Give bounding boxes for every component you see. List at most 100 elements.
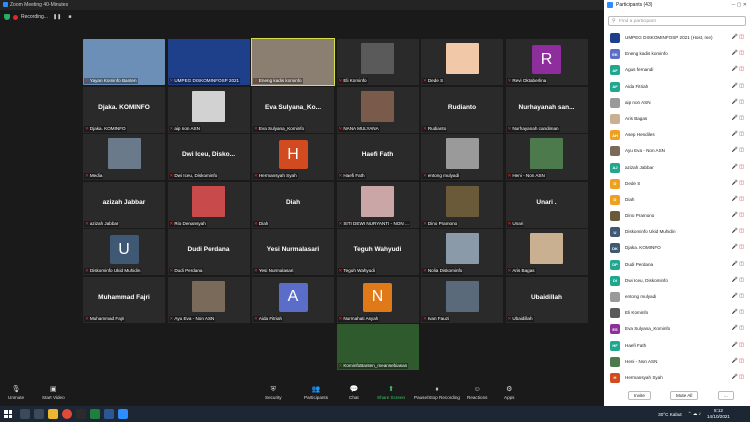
video-tile[interactable]: ✕Nolia Diskominfo <box>421 229 503 275</box>
security-button[interactable]: ⛨ Security <box>265 386 282 400</box>
shield-icon[interactable] <box>4 14 10 20</box>
video-tile[interactable]: A ✕Aida Fitriah <box>252 276 334 323</box>
invite-button[interactable]: Invite <box>628 391 651 400</box>
video-tile[interactable]: ✕NANA MULYANA <box>336 86 419 133</box>
video-tile[interactable]: Diah ✕Diah <box>252 181 334 228</box>
participant-row[interactable]: AH Asep Hendiles 🎤 ◫ <box>604 127 750 143</box>
participant-row[interactable]: D Diah 🎤 ◫ <box>604 192 750 208</box>
participant-row[interactable]: Dino Pramono 🎤 ◫ <box>604 208 750 224</box>
video-tile[interactable]: ✕Media <box>83 134 165 180</box>
video-tile[interactable]: R ✕Revi Oktaberlina <box>505 39 588 85</box>
participant-row[interactable]: AF Aida Fitriah 🎤 ◫ <box>604 79 750 95</box>
video-tile[interactable]: ✕Ivan Fauzi <box>421 276 503 323</box>
video-tile[interactable]: ✕Ayu Eva - Non ASN <box>167 276 250 323</box>
participant-row[interactable]: Eli Kominfo 🎤 ◫ <box>604 305 750 321</box>
video-tile[interactable]: azizah Jabbar ✕azizah Jabbar <box>83 181 165 228</box>
participant-video <box>361 43 394 74</box>
windows-start-icon[interactable] <box>4 410 12 418</box>
participant-row[interactable]: AF Agus fernandi 🎤 ◫ <box>604 62 750 78</box>
video-tile[interactable]: ✕KominfoBanten_meansebiasan <box>336 324 419 370</box>
avatar: AF <box>610 81 620 92</box>
participant-name: Djaka. KOMINFO <box>625 245 661 251</box>
video-tile[interactable]: Ubaidillah ✕Ubaidillah <box>505 276 588 323</box>
search-taskbar-icon[interactable] <box>20 409 30 419</box>
participant-row[interactable]: D Dede S 🎤 ◫ <box>604 176 750 192</box>
stop-icon[interactable]: ■ <box>66 14 73 20</box>
video-tile[interactable]: Djaka. KOMINFO ✕Djaka. KOMINFO <box>83 86 165 133</box>
file-explorer-icon[interactable] <box>48 409 58 419</box>
video-tile[interactable]: Muhammad Fajri ✕Muhammad Fajri <box>83 276 165 323</box>
reactions-button[interactable]: ☺ Reactions <box>467 386 487 400</box>
task-view-icon[interactable] <box>34 409 44 419</box>
participant-row[interactable]: DI Dwi Iceu, Diskominfo 🎤 ◫ <box>604 273 750 289</box>
window-controls[interactable]: ─ ▢ ✕ <box>732 0 747 10</box>
excel-icon[interactable] <box>90 409 100 419</box>
video-tile[interactable]: ✕Eneng kadis kominfo <box>251 38 335 86</box>
tile-display-name: Dudi Perdana <box>187 246 230 253</box>
tile-name-label: ✕Rudianto <box>422 125 448 132</box>
video-tile[interactable]: Haefi Fath ✕Haefi Fath <box>336 134 419 180</box>
unmute-button[interactable]: 🎙 Unmute <box>8 386 24 400</box>
video-tile[interactable]: Yesi Nurmalasari ✕Yesi Nurmalasari <box>252 229 334 275</box>
tray-icons[interactable]: ⌃ ☁ ♪ <box>688 411 701 417</box>
participant-row[interactable]: AJ azizah Jabbar 🎤 ◫ <box>604 160 750 176</box>
participant-row[interactable]: U Diskominfo Ukid Muhidin 🎤 ◫ <box>604 224 750 240</box>
tile-name-text: aip non ASN <box>174 125 200 131</box>
clock[interactable]: 8:12 14/10/2021 <box>707 408 730 420</box>
video-tile[interactable]: U ✕Diskominfo Ukid Muhidin <box>83 229 165 275</box>
avatar <box>610 356 620 367</box>
video-tile[interactable]: H ✕Hermansyah Syah <box>252 134 334 180</box>
video-tile[interactable]: Unari . ✕Unari <box>505 181 588 228</box>
video-tile[interactable]: Dwi Iceu, Disko... ✕Dwi Iceu, Diskominfo <box>167 134 250 180</box>
video-tile[interactable]: Nurhayanah san... ✕Nurhayanah candiman <box>505 86 588 133</box>
participant-row[interactable]: DP Dudi Perdana 🎤 ◫ <box>604 257 750 273</box>
chat-button[interactable]: 💬 Chat <box>349 386 359 400</box>
video-tile[interactable]: ✕entong mulyadi <box>421 134 503 180</box>
panel-footer: Invite Mute All ... <box>604 389 750 403</box>
video-tile[interactable]: ✕Aris Bagas <box>505 229 588 275</box>
participant-row[interactable]: Ayu Eva - Non ASN 🎤 ◫ <box>604 143 750 159</box>
word-icon[interactable] <box>104 409 114 419</box>
share-screen-button[interactable]: ⬆ Share Screen <box>377 386 405 400</box>
mic-muted-icon: ✕ <box>254 315 258 321</box>
video-tile[interactable]: ✕Yayan Kominfo Banten <box>83 39 165 85</box>
participant-row[interactable]: aip non ASN 🎤 ◫ <box>604 95 750 111</box>
video-tile[interactable]: Dudi Perdana ✕Dudi Perdana <box>167 229 250 275</box>
video-tile[interactable]: ✕UMPEG DISKOMINFOSP 2021 <box>167 39 250 85</box>
participants-button[interactable]: 👥 Participants <box>304 386 328 400</box>
video-tile[interactable]: ✕Eli Kominfo <box>336 39 419 85</box>
mute-all-button[interactable]: Mute All <box>670 391 699 400</box>
weather-status[interactable]: 30°C Kabut <box>658 412 682 417</box>
apps-button[interactable]: ⚙ Apps <box>504 386 514 400</box>
video-tile[interactable]: ✕SITI DEWI NURYANTI - NON ... <box>336 181 419 228</box>
chrome-icon[interactable] <box>62 409 72 419</box>
more-button[interactable]: ... <box>718 391 734 400</box>
video-tile[interactable]: ✕Rio Denansyah <box>167 181 250 228</box>
video-tile[interactable]: Eva Sulyana_Ko... ✕Eva Sulyana_Kominfo <box>252 86 334 133</box>
zoom-taskbar-icon[interactable] <box>118 409 128 419</box>
app-icon[interactable] <box>76 409 86 419</box>
video-tile[interactable]: ✕Dede S <box>421 39 503 85</box>
tile-name-text: SITI DEWI NURYANTI - NON ... <box>343 220 409 226</box>
video-tile[interactable]: ✕aip non ASN <box>167 86 250 133</box>
pause-stop-recording-button[interactable]: ⏸ Pause/Stop Recording <box>414 386 460 400</box>
participant-row[interactable]: HF Haefi Fath 🎤 ◫ <box>604 338 750 354</box>
participant-row[interactable]: UMPEG DISKOMINFOSP 2021 (Host, me) 🎤 ◫ <box>604 30 750 46</box>
start-video-button[interactable]: ▣ Start Video <box>42 386 65 400</box>
participant-video <box>361 185 394 217</box>
video-tile[interactable]: Rudianto ✕Rudianto <box>421 86 503 133</box>
participant-row[interactable]: Heni - Non ASN 🎤 ◫ <box>604 354 750 370</box>
tile-name-label: ✕Muhammad Fajri <box>84 315 126 322</box>
participant-row[interactable]: entong mulyadi 🎤 ◫ <box>604 289 750 305</box>
participant-row[interactable]: ES Eva Sulyana_Kominfo 🎤 ◫ <box>604 321 750 337</box>
participant-search-input[interactable]: ⚲ Find a participant <box>608 16 746 26</box>
video-tile[interactable]: Teguh Wahyudi ✕Teguh Wahyudi <box>336 229 419 275</box>
video-tile[interactable]: ✕Heni - Non ASN <box>505 134 588 180</box>
video-tile[interactable]: N ✕Nurmahati Asyah <box>336 276 419 323</box>
video-tile[interactable]: ✕Dino Pramono <box>421 181 503 228</box>
participant-row[interactable]: DK Djaka. KOMINFO 🎤 ◫ <box>604 240 750 256</box>
participant-row[interactable]: H Hermansyah Syah 🎤 ◫ <box>604 370 750 386</box>
participant-row[interactable]: EK Eneng kadis kominfo 🎤 ◫ <box>604 46 750 62</box>
participant-row[interactable]: Aris Bagas 🎤 ◫ <box>604 111 750 127</box>
pause-icon[interactable]: ❚❚ <box>51 14 63 20</box>
